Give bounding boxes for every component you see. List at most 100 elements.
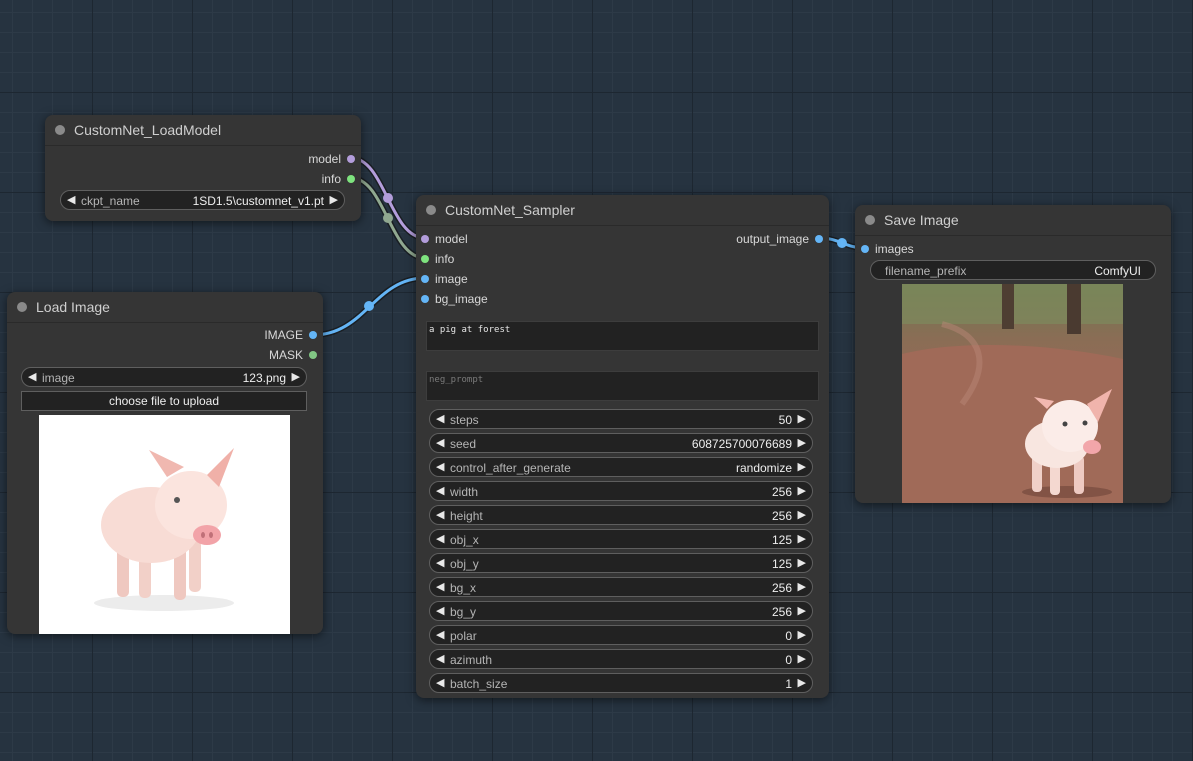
increment-arrow-icon[interactable]: ▶ xyxy=(798,628,806,641)
output-slot-model[interactable]: model xyxy=(255,152,355,166)
widget-image[interactable]: ◀ image 123.png ▶ xyxy=(21,367,307,387)
collapse-dot-icon[interactable] xyxy=(865,215,875,225)
widget-value: 0 xyxy=(785,629,792,643)
slot-dot-icon[interactable] xyxy=(347,155,355,163)
link-model-midpoint xyxy=(383,193,393,203)
decrement-arrow-icon[interactable]: ◀ xyxy=(436,604,444,617)
input-slot-images[interactable]: images xyxy=(861,242,961,256)
slot-dot-icon[interactable] xyxy=(347,175,355,183)
widget-value: ComfyUI xyxy=(1094,264,1141,278)
collapse-dot-icon[interactable] xyxy=(426,205,436,215)
increment-arrow-icon[interactable]: ▶ xyxy=(798,436,806,449)
widget-ckpt-name[interactable]: ◀ ckpt_name 1SD1.5\customnet_v1.pt ▶ xyxy=(60,190,345,210)
widget-value: randomize xyxy=(735,461,792,475)
decrement-arrow-icon[interactable]: ◀ xyxy=(436,628,444,641)
decrement-arrow-icon[interactable]: ◀ xyxy=(436,532,444,545)
widget-bg-y[interactable]: ◀ bg_y 256 ▶ xyxy=(429,601,813,621)
widget-steps[interactable]: ◀ steps 50 ▶ xyxy=(429,409,813,429)
slot-label: MASK xyxy=(268,348,303,362)
decrement-arrow-icon[interactable]: ◀ xyxy=(436,484,444,497)
input-slot-image[interactable]: image xyxy=(421,272,521,286)
slot-label: info xyxy=(435,252,455,266)
widget-bg-x[interactable]: ◀ bg_x 256 ▶ xyxy=(429,577,813,597)
slot-dot-icon[interactable] xyxy=(421,275,429,283)
slot-dot-icon[interactable] xyxy=(861,245,869,253)
slot-dot-icon[interactable] xyxy=(815,235,823,243)
link-model xyxy=(350,155,426,241)
widget-batch-size[interactable]: ◀ batch_size 1 ▶ xyxy=(429,673,813,693)
node-title-bar[interactable]: Load Image xyxy=(7,292,323,323)
output-slot-output-image[interactable]: output_image xyxy=(703,232,823,246)
node-load-model[interactable]: CustomNet_LoadModel model info ◀ ckpt_na… xyxy=(45,115,361,221)
widget-value: 256 xyxy=(771,605,792,619)
node-title-bar[interactable]: CustomNet_LoadModel xyxy=(45,115,361,146)
node-title-bar[interactable]: Save Image xyxy=(855,205,1171,236)
increment-arrow-icon[interactable]: ▶ xyxy=(798,484,806,497)
slot-label: model xyxy=(435,232,468,246)
widget-width[interactable]: ◀ width 256 ▶ xyxy=(429,481,813,501)
slot-dot-icon[interactable] xyxy=(421,255,429,263)
decrement-arrow-icon[interactable]: ◀ xyxy=(436,676,444,689)
output-slot-image[interactable]: IMAGE xyxy=(217,328,317,342)
widget-obj-x[interactable]: ◀ obj_x 125 ▶ xyxy=(429,529,813,549)
decrement-arrow-icon[interactable]: ◀ xyxy=(436,412,444,425)
decrement-arrow-icon[interactable]: ◀ xyxy=(436,436,444,449)
increment-arrow-icon[interactable]: ▶ xyxy=(798,412,806,425)
prompt-textarea[interactable]: a pig at forest xyxy=(426,321,819,351)
widget-value: 50 xyxy=(778,413,792,427)
increment-arrow-icon[interactable]: ▶ xyxy=(798,532,806,545)
widget-value: 125 xyxy=(771,533,792,547)
widget-control-after-generate[interactable]: ◀ control_after_generate randomize ▶ xyxy=(429,457,813,477)
widget-name: obj_y xyxy=(450,557,479,571)
slot-dot-icon[interactable] xyxy=(421,235,429,243)
node-title: Load Image xyxy=(36,299,110,315)
widget-name: bg_x xyxy=(450,581,477,595)
slot-dot-icon[interactable] xyxy=(421,295,429,303)
input-slot-model[interactable]: model xyxy=(421,232,521,246)
slot-dot-icon[interactable] xyxy=(309,351,317,359)
node-load-image[interactable]: Load Image IMAGE MASK ◀ image 123.png ▶ … xyxy=(7,292,323,634)
widget-value: 125 xyxy=(771,557,792,571)
slot-label: output_image xyxy=(736,232,809,246)
increment-arrow-icon[interactable]: ▶ xyxy=(798,676,806,689)
widget-value: 256 xyxy=(771,485,792,499)
increment-arrow-icon[interactable]: ▶ xyxy=(292,370,300,383)
collapse-dot-icon[interactable] xyxy=(17,302,27,312)
increment-arrow-icon[interactable]: ▶ xyxy=(330,193,338,206)
widget-azimuth[interactable]: ◀ azimuth 0 ▶ xyxy=(429,649,813,669)
decrement-arrow-icon[interactable]: ◀ xyxy=(436,652,444,665)
increment-arrow-icon[interactable]: ▶ xyxy=(798,508,806,521)
increment-arrow-icon[interactable]: ▶ xyxy=(798,604,806,617)
node-title-bar[interactable]: CustomNet_Sampler xyxy=(416,195,829,226)
widget-seed[interactable]: ◀ seed 608725700076689 ▶ xyxy=(429,433,813,453)
collapse-dot-icon[interactable] xyxy=(55,125,65,135)
decrement-arrow-icon[interactable]: ◀ xyxy=(436,508,444,521)
decrement-arrow-icon[interactable]: ◀ xyxy=(436,460,444,473)
input-slot-info[interactable]: info xyxy=(421,252,521,266)
decrement-arrow-icon[interactable]: ◀ xyxy=(436,580,444,593)
decrement-arrow-icon[interactable]: ◀ xyxy=(436,556,444,569)
increment-arrow-icon[interactable]: ▶ xyxy=(798,580,806,593)
increment-arrow-icon[interactable]: ▶ xyxy=(798,460,806,473)
slot-dot-icon[interactable] xyxy=(309,331,317,339)
widget-name: filename_prefix xyxy=(885,264,967,278)
widget-name: bg_y xyxy=(450,605,477,619)
increment-arrow-icon[interactable]: ▶ xyxy=(798,556,806,569)
link-model-line xyxy=(350,156,426,240)
increment-arrow-icon[interactable]: ▶ xyxy=(798,652,806,665)
output-slot-info[interactable]: info xyxy=(255,172,355,186)
widget-obj-y[interactable]: ◀ obj_y 125 ▶ xyxy=(429,553,813,573)
input-slot-bg-image[interactable]: bg_image xyxy=(421,292,521,306)
node-sampler[interactable]: CustomNet_Sampler model info image bg_im… xyxy=(416,195,829,698)
widget-name: steps xyxy=(450,413,479,427)
widget-filename-prefix[interactable]: filename_prefix ComfyUI xyxy=(870,260,1156,280)
decrement-arrow-icon[interactable]: ◀ xyxy=(28,370,36,383)
widget-name: seed xyxy=(450,437,477,451)
neg-prompt-textarea[interactable]: neg_prompt xyxy=(426,371,819,401)
widget-polar[interactable]: ◀ polar 0 ▶ xyxy=(429,625,813,645)
output-slot-mask[interactable]: MASK xyxy=(217,348,317,362)
node-save-image[interactable]: Save Image images filename_prefix ComfyU… xyxy=(855,205,1171,503)
widget-height[interactable]: ◀ height 256 ▶ xyxy=(429,505,813,525)
decrement-arrow-icon[interactable]: ◀ xyxy=(67,193,75,206)
choose-file-button[interactable]: choose file to upload xyxy=(21,391,307,411)
